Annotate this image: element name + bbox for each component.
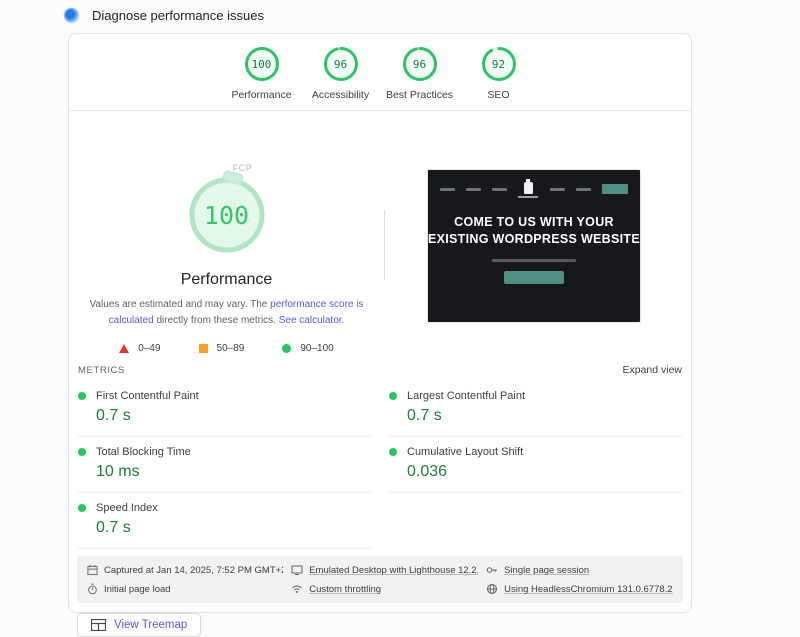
initial-page-load: Initial page load: [87, 583, 283, 595]
thumbnail-subtext: [492, 258, 576, 262]
thumbnail-nav-link: [549, 187, 565, 191]
metric-first-contentful-paint[interactable]: First Contentful Paint 0.7 s: [78, 381, 371, 437]
env-column-2: Emulated Desktop with Lighthouse 12.2.3 …: [291, 564, 478, 595]
ai-insights-icon: [64, 8, 79, 23]
metric-total-blocking-time[interactable]: Total Blocking Time 10 ms: [78, 437, 371, 493]
emulated-device-link[interactable]: Emulated Desktop with Lighthouse 12.2.3: [291, 564, 478, 576]
metric-value: 0.7 s: [96, 407, 131, 424]
performance-gauge-column: FCP 100 Performance Values are estimated…: [69, 111, 384, 355]
performance-big-gauge[interactable]: 100: [188, 169, 266, 254]
runtime-settings-bar: Captured at Jan 14, 2025, 7:52 PM GMT+2 …: [77, 556, 683, 603]
treemap-icon: [91, 619, 106, 631]
diagnose-performance-label: Diagnose performance issues: [92, 8, 264, 23]
category-scores-row: 100 Performance 96 Accessibility 96 Best…: [69, 34, 691, 111]
category-accessibility[interactable]: 96 Accessibility: [301, 46, 380, 101]
legend-average: 50–89: [198, 343, 244, 354]
see-calculator-link[interactable]: See calculator.: [279, 315, 345, 326]
pass-dot-icon: [78, 392, 86, 400]
thumbnail-nav: [428, 170, 640, 198]
category-seo-label: SEO: [487, 89, 510, 101]
bottle-logo-icon: [523, 179, 533, 194]
metric-largest-contentful-paint[interactable]: Largest Contentful Paint 0.7 s: [389, 381, 682, 437]
pass-dot-icon: [78, 448, 86, 456]
score-description: Values are estimated and may vary. The p…: [89, 299, 364, 326]
metric-cumulative-layout-shift[interactable]: Cumulative Layout Shift 0.036: [389, 437, 682, 493]
category-performance-label: Performance: [231, 89, 292, 101]
throttling-link[interactable]: Custom throttling: [291, 583, 478, 595]
performance-summary-section: FCP 100 Performance Values are estimated…: [69, 111, 691, 355]
performance-score-gauge: 100: [244, 46, 280, 82]
best-practices-score-gauge: 96: [402, 46, 438, 82]
logo-caption: [518, 196, 539, 198]
diagnose-performance-header[interactable]: Diagnose performance issues: [64, 8, 264, 23]
thumbnail-nav-link: [440, 187, 455, 191]
metric-speed-index[interactable]: Speed Index 0.7 s: [78, 493, 371, 549]
fail-triangle-icon: [119, 344, 130, 353]
performance-score-value: 100: [203, 200, 250, 230]
metric-value: 10 ms: [96, 463, 140, 480]
thumbnail-site-logo: [518, 179, 539, 198]
score-legend: 0–49 50–89 90–100: [119, 343, 334, 354]
pass-dot-icon: [78, 504, 86, 512]
key-icon: [486, 567, 498, 573]
chromium-version-link[interactable]: Using HeadlessChromium 131.0.6778.204 wi…: [486, 583, 673, 595]
env-column-3: Single page session Using HeadlessChromi…: [486, 564, 673, 595]
average-square-icon: [198, 344, 208, 353]
metrics-header: METRICS Expand view: [69, 355, 691, 381]
performance-title: Performance: [180, 271, 273, 288]
thumbnail-nav-link: [466, 187, 482, 191]
category-best-practices-label: Best Practices: [385, 89, 454, 101]
pass-dot-icon: [389, 392, 397, 400]
category-performance[interactable]: 100 Performance: [222, 46, 301, 101]
column-divider: [384, 210, 385, 280]
metric-value: 0.036: [407, 463, 448, 480]
lighthouse-report-card: 100 Performance 96 Accessibility 96 Best…: [68, 33, 692, 637]
env-column-1: Captured at Jan 14, 2025, 7:52 PM GMT+2 …: [87, 564, 283, 595]
metric-value: 0.7 s: [96, 519, 131, 536]
session-link[interactable]: Single page session: [486, 564, 673, 576]
category-seo[interactable]: 92 SEO: [459, 46, 538, 101]
calendar-icon: [87, 564, 98, 576]
accessibility-score-gauge: 96: [323, 46, 359, 82]
final-screenshot-column: COME TO US WITH YOUR EXISTING WORDPRESS …: [384, 111, 691, 355]
seo-score-gauge: 92: [481, 46, 517, 82]
thumbnail-nav-button: [601, 184, 628, 194]
thumbnail-heading: COME TO US WITH YOUR EXISTING WORDPRESS …: [428, 215, 640, 246]
thumbnail-nav-link: [575, 187, 591, 191]
legend-fail: 0–49: [119, 343, 161, 354]
metrics-heading: METRICS: [78, 364, 125, 376]
pass-circle-icon: [282, 344, 292, 353]
final-screenshot-thumbnail[interactable]: COME TO US WITH YOUR EXISTING WORDPRESS …: [427, 169, 641, 323]
globe-icon: [487, 584, 498, 594]
thumbnail-cta-button: [504, 270, 564, 284]
network-throttle-icon: [292, 585, 303, 593]
expand-view-button[interactable]: Expand view: [622, 364, 682, 376]
view-treemap-button[interactable]: View Treemap: [77, 613, 202, 637]
metric-value: 0.7 s: [407, 407, 442, 424]
pass-dot-icon: [389, 448, 397, 456]
legend-pass: 90–100: [282, 343, 334, 354]
category-accessibility-label: Accessibility: [311, 89, 370, 101]
stopwatch-icon: [88, 583, 97, 595]
captured-at: Captured at Jan 14, 2025, 7:52 PM GMT+2: [87, 564, 283, 576]
thumbnail-nav-link: [492, 187, 508, 191]
monitor-icon: [291, 565, 303, 575]
metrics-grid: First Contentful Paint 0.7 s Largest Con…: [69, 381, 691, 549]
category-best-practices[interactable]: 96 Best Practices: [380, 46, 459, 101]
